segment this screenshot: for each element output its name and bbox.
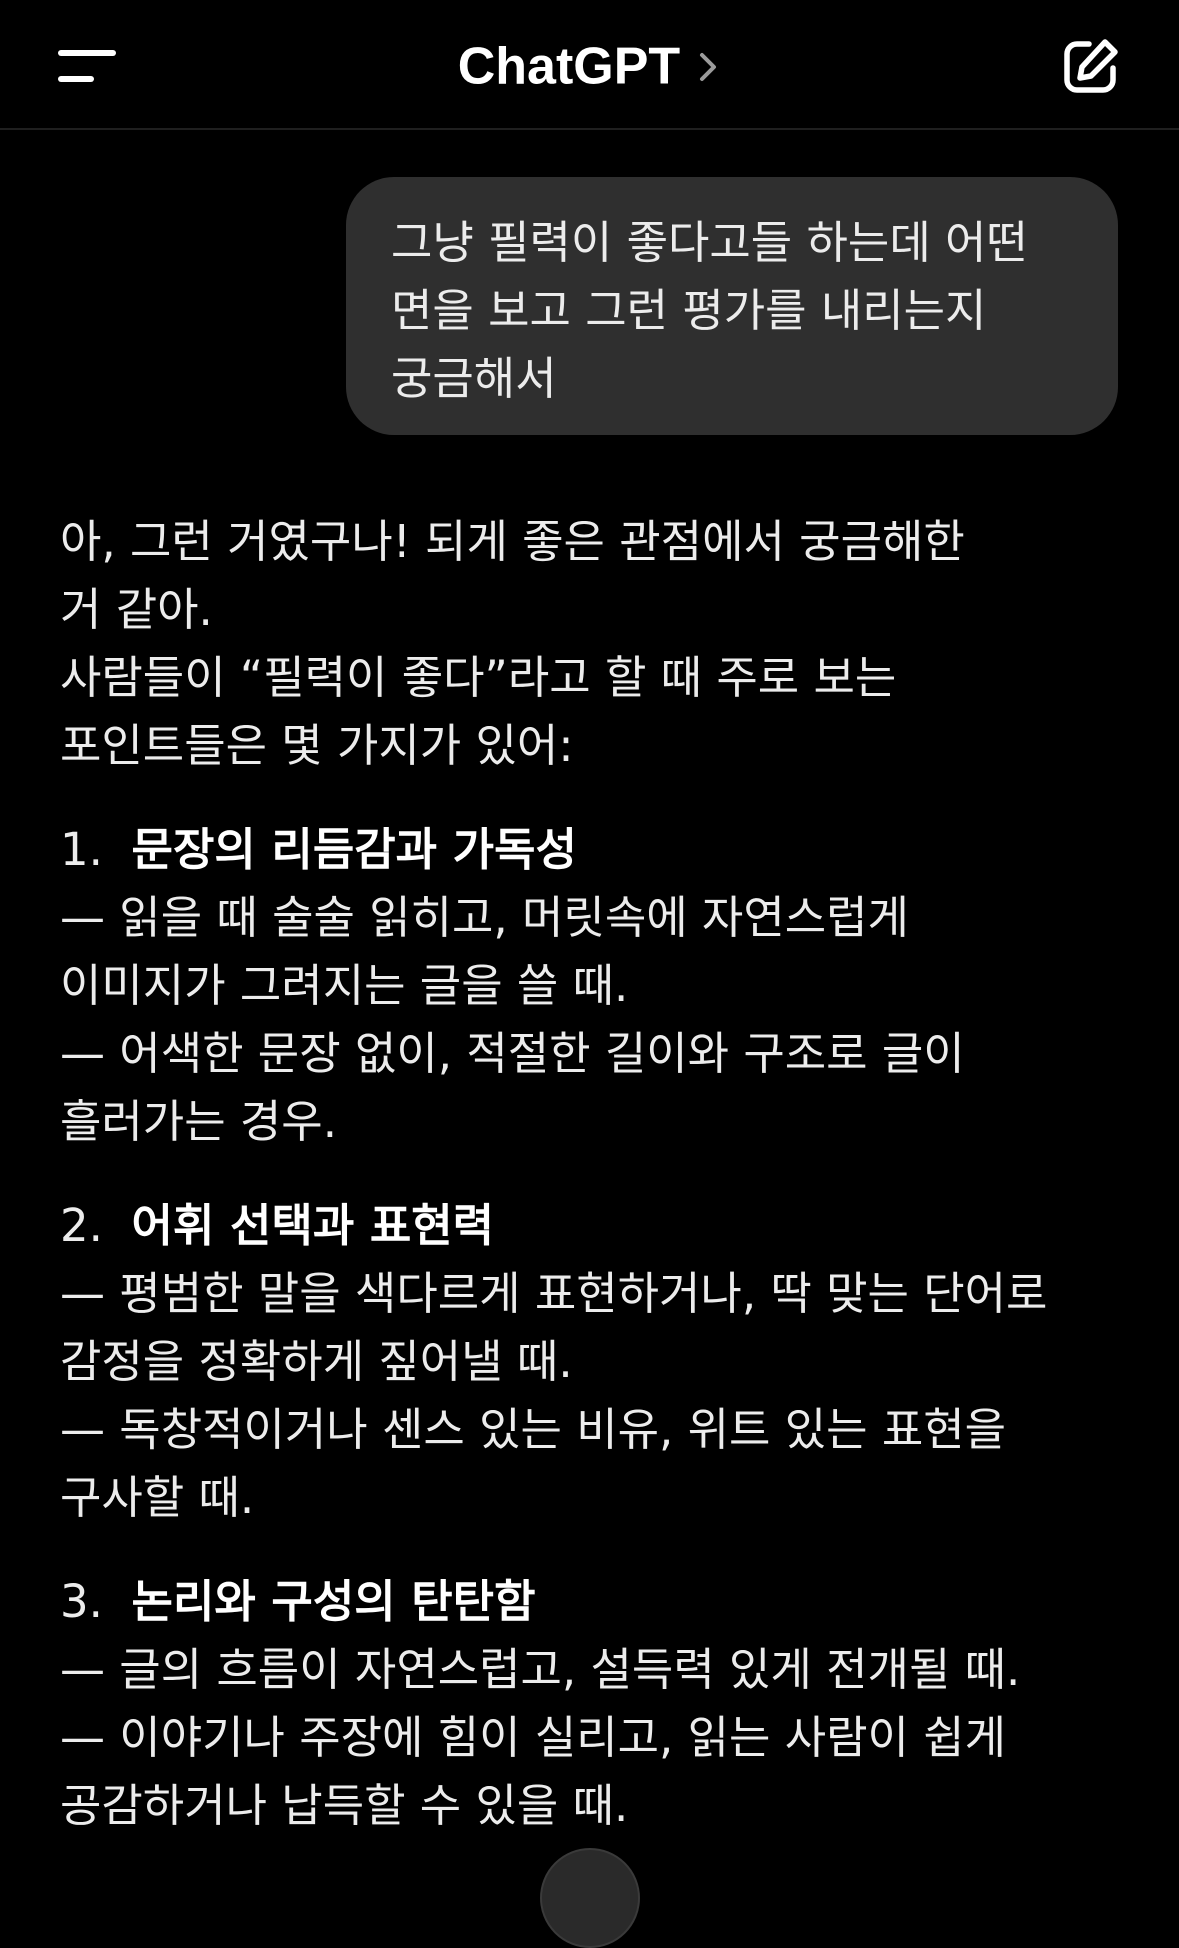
section-title: 문장의 리듬감과 가독성 xyxy=(131,823,577,876)
chevron-right-icon xyxy=(700,52,717,81)
user-message-line: 그냥 필력이 좋다고들 하는데 어떤 xyxy=(391,216,1028,269)
section-line: — 평범한 말을 색다르게 표현하거나, 딱 맞는 단어로 xyxy=(60,1267,1048,1320)
section-line: — 어색한 문장 없이, 적절한 길이와 구조로 글이 xyxy=(60,1027,965,1080)
section-line: — 글의 흐름이 자연스럽고, 설득력 있게 전개될 때. xyxy=(60,1643,1021,1696)
section-line: 감정을 정확하게 짚어낼 때. xyxy=(60,1335,573,1388)
user-message-line: 면을 보고 그런 평가를 내리는지 xyxy=(391,284,987,337)
section-line: — 이야기나 주장에 힘이 실리고, 읽는 사람이 쉽게 xyxy=(60,1711,1007,1764)
assistant-intro-line: 아, 그런 거였구나! 되게 좋은 관점에서 궁금해한 xyxy=(60,515,965,568)
new-chat-icon[interactable] xyxy=(1059,36,1121,98)
section-line: 공감하거나 납득할 수 있을 때. xyxy=(60,1779,629,1832)
assistant-message: 아, 그런 거였구나! 되게 좋은 관점에서 궁금해한 거 같아. 사람들이 “… xyxy=(60,508,1140,1840)
section-line: — 독창적이거나 센스 있는 비유, 위트 있는 표현을 xyxy=(60,1403,1007,1456)
section-title: 어휘 선택과 표현력 xyxy=(131,1199,495,1252)
section-line: 이미지가 그려지는 글을 쓸 때. xyxy=(60,959,629,1012)
section-line: — 읽을 때 술술 읽히고, 머릿속에 자연스럽게 xyxy=(60,891,909,944)
section-heading: 2. 어휘 선택과 표현력 xyxy=(60,1192,1140,1260)
section-heading: 3. 논리와 구성의 탄탄함 xyxy=(60,1568,1140,1636)
top-bar: ChatGPT xyxy=(0,0,1179,130)
assistant-intro-line: 사람들이 “필력이 좋다”라고 할 때 주로 보는 xyxy=(60,651,897,704)
scroll-to-bottom-button[interactable] xyxy=(540,1848,640,1948)
section-line: 구사할 때. xyxy=(60,1471,255,1524)
assistant-intro-line: 포인트들은 몇 가지가 있어: xyxy=(60,719,574,772)
section-number: 3. xyxy=(60,1575,103,1628)
section-number: 1. xyxy=(60,823,103,876)
model-selector[interactable]: ChatGPT xyxy=(0,34,1179,98)
section-title: 논리와 구성의 탄탄함 xyxy=(131,1575,536,1628)
user-message-line: 궁금해서 xyxy=(391,352,557,405)
section-number: 2. xyxy=(60,1199,103,1252)
section-heading: 1. 문장의 리듬감과 가독성 xyxy=(60,816,1140,884)
app-title: ChatGPT xyxy=(457,37,681,96)
assistant-intro-line: 거 같아. xyxy=(60,583,213,636)
section-line: 흘러가는 경우. xyxy=(60,1095,338,1148)
user-message-bubble: 그냥 필력이 좋다고들 하는데 어떤 면을 보고 그런 평가를 내리는지 궁금해… xyxy=(346,177,1118,435)
